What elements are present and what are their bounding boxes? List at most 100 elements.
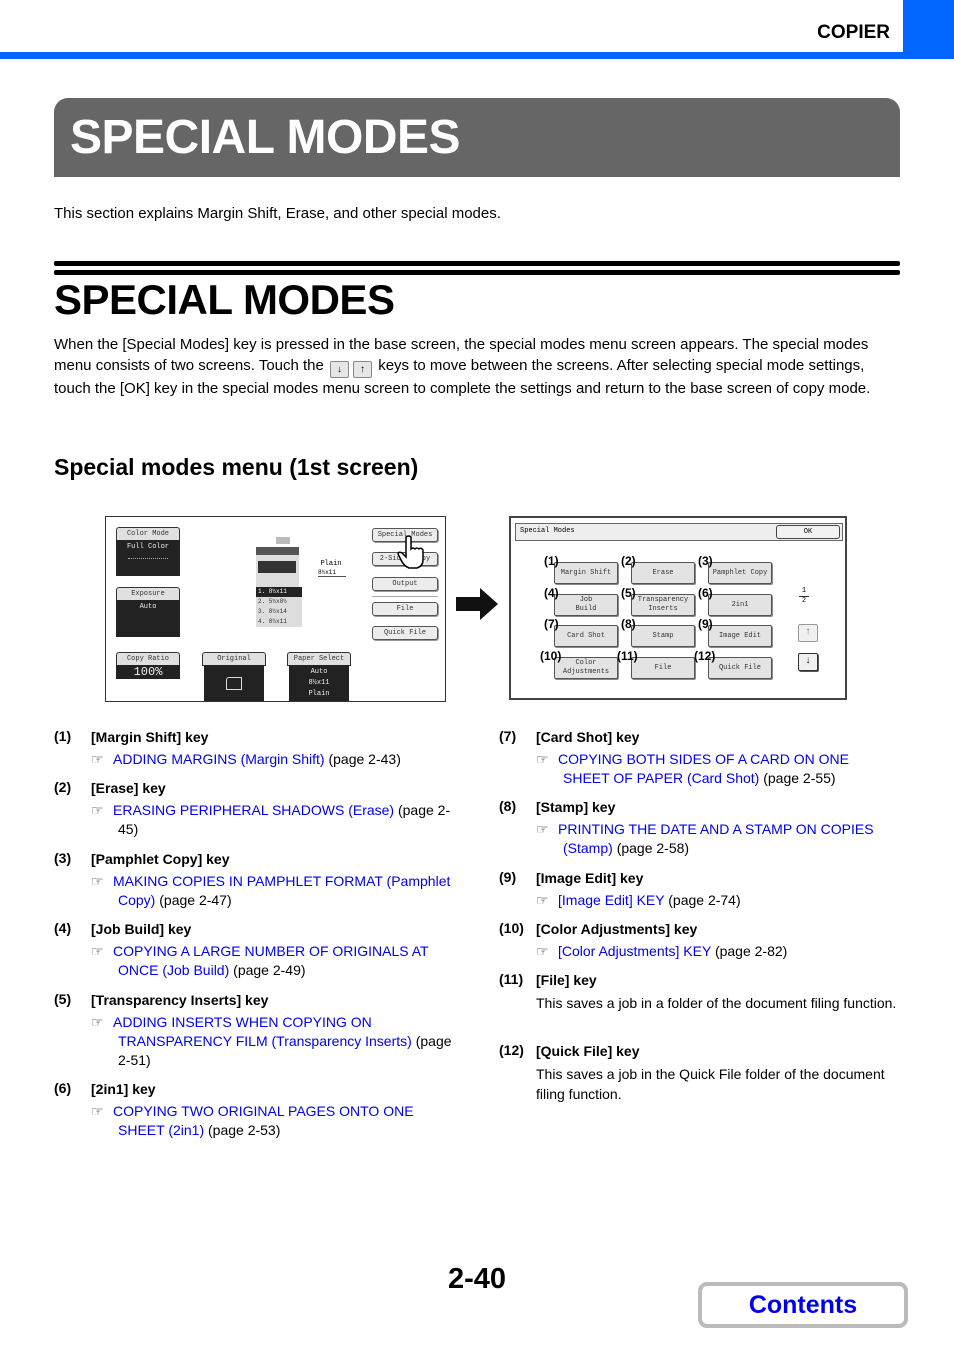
- tray-info-type: Plain: [320, 560, 342, 568]
- menu-key-pamphlet-copy[interactable]: Pamphlet Copy: [708, 562, 772, 584]
- key-description-item: (10) [Color Adjustments] key ☞ [Color Adjus…: [499, 920, 899, 961]
- key-description-item: (9) [Image Edit] key ☞ [Image Edit] KEY (pa…: [499, 869, 899, 910]
- reference: ☞ ADDING INSERTS WHEN COPYING ON TRANSPAR…: [91, 1013, 454, 1070]
- reference: ☞ COPYING A LARGE NUMBER OF ORIGINALS AT …: [91, 942, 454, 980]
- base-screen-illustration: Color Mode Full Color Exposure Auto Copy…: [105, 516, 446, 702]
- divider: [54, 270, 900, 275]
- ok-button[interactable]: OK: [776, 525, 840, 539]
- menu-key-label: File: [654, 663, 672, 672]
- reference-hand-icon: ☞: [536, 821, 549, 837]
- page-down-button[interactable]: ↓: [798, 653, 818, 671]
- key-description-item: (7) [Card Shot] key ☞ COPYING BOTH SIDES OF…: [499, 728, 899, 788]
- reference-page: (page 2-55): [763, 770, 836, 786]
- callout-number: (10): [540, 649, 562, 663]
- reference: ☞ ERASING PERIPHERAL SHADOWS (Erase) (pag…: [91, 801, 454, 839]
- item-number: (1): [54, 728, 72, 744]
- item-number: (8): [499, 798, 517, 814]
- page-up-button[interactable]: ↑: [798, 624, 818, 642]
- reference: ☞ [Image Edit] KEY (page 2-74): [536, 891, 899, 910]
- scanner-top: [256, 547, 299, 555]
- output-key[interactable]: Output: [372, 577, 438, 591]
- special-modes-menu-screen: Special Modes OK Margin Shift (1) Erase (2)…: [509, 516, 847, 700]
- menu-key-label: Color Adjustments: [562, 659, 610, 676]
- original-tab: Original: [202, 652, 266, 666]
- menu-key-2in1[interactable]: 2in1: [708, 594, 772, 616]
- key-description-item: (3) [Pamphlet Copy] key ☞ MAKING COPIES IN …: [54, 850, 454, 910]
- reference-page: (page 2-47): [159, 892, 232, 908]
- reference-hand-icon: ☞: [536, 751, 549, 767]
- key-description-item: (2) [Erase] key ☞ ERASING PERIPHERAL SHADOW…: [54, 779, 454, 839]
- section-heading: SPECIAL MODES: [54, 276, 395, 323]
- reference-hand-icon: ☞: [91, 751, 104, 767]
- chapter-banner: SPECIAL MODES: [54, 98, 900, 177]
- reference-page: (page 2-82): [714, 943, 788, 959]
- key-description-item: (6) [2in1] key ☞ COPYING TWO ORIGINAL PAGES…: [54, 1080, 454, 1140]
- paper-select-line: Auto: [310, 668, 328, 676]
- divider: [54, 261, 900, 266]
- paper-select-line: Plain: [308, 690, 330, 698]
- reference-hand-icon: ☞: [91, 943, 104, 959]
- reference-link[interactable]: [Color Adjustments] KEY: [558, 943, 711, 959]
- item-description: This saves a job in the Quick File folde…: [536, 1066, 885, 1102]
- item-title: [Transparency Inserts] key: [91, 992, 269, 1008]
- menu-key-erase[interactable]: Erase: [631, 562, 695, 584]
- menu-key-quick-file[interactable]: Quick File: [708, 657, 772, 679]
- paper-select-value: Auto 8½x11 Plain: [289, 665, 349, 701]
- item-title: [Quick File] key: [536, 1043, 640, 1059]
- original-value: [204, 665, 264, 701]
- menu-key-image-edit[interactable]: Image Edit: [708, 625, 772, 647]
- menu-key-card-shot[interactable]: Card Shot: [554, 625, 618, 647]
- item-number: (4): [54, 920, 72, 936]
- menu-key-margin-shift[interactable]: Margin Shift: [554, 562, 618, 584]
- item-title: [Erase] key: [91, 780, 166, 796]
- item-description: This saves a job in a folder of the docu…: [536, 995, 897, 1011]
- page-total: 2: [799, 596, 809, 606]
- menu-key-color-adjustments[interactable]: Color Adjustments: [554, 657, 618, 679]
- menu-key-transparency-inserts[interactable]: Transparency Inserts: [631, 594, 695, 616]
- tray-info-size: 8½x11: [318, 569, 346, 577]
- tray-item: 4. 8½x11: [256, 617, 302, 627]
- item-number: (5): [54, 991, 72, 1007]
- arrow-right-icon: [456, 588, 498, 620]
- callout-number: (9): [698, 617, 713, 631]
- item-title: [Color Adjustments] key: [536, 921, 698, 937]
- reference-link[interactable]: ADDING INSERTS WHEN COPYING ON TRANSPARE…: [113, 1014, 412, 1049]
- reference: ☞ [Color Adjustments] KEY (page 2-82): [536, 942, 899, 961]
- callout-number: (1): [544, 554, 559, 568]
- callout-number: (2): [621, 554, 636, 568]
- key-description-item: (12) [Quick File] key This saves a job in …: [499, 1042, 899, 1104]
- callout-number: (4): [544, 586, 559, 600]
- item-number: (9): [499, 869, 517, 885]
- item-number: (3): [54, 850, 72, 866]
- key-description-item: (8) [Stamp] key ☞ PRINTING THE DATE AND A S…: [499, 798, 899, 858]
- description-paragraph: When the [Special Modes] key is pressed …: [54, 334, 894, 399]
- page-number: 2-40: [448, 1263, 507, 1295]
- reference: ☞ MAKING COPIES IN PAMPHLET FORMAT (Pamph…: [91, 872, 454, 910]
- header-bar: [0, 52, 954, 59]
- tray-item: 2. 5½x8½: [256, 597, 302, 607]
- item-number: (11): [499, 971, 524, 987]
- reference-link[interactable]: [Image Edit] KEY: [558, 892, 664, 908]
- exposure-tab: Exposure: [116, 587, 180, 601]
- menu-key-file[interactable]: File: [631, 657, 695, 679]
- menu-key-label: Margin Shift: [560, 568, 612, 577]
- menu-key-label: Pamphlet Copy: [712, 568, 768, 577]
- reference-page: (page 2-58): [616, 840, 690, 856]
- reference-link[interactable]: ERASING PERIPHERAL SHADOWS (Erase): [113, 802, 394, 818]
- menu-key-label: Stamp: [652, 631, 674, 640]
- menu-key-label: Card Shot: [567, 631, 605, 640]
- item-title: [2in1] key: [91, 1081, 156, 1097]
- contents-button[interactable]: Contents: [698, 1282, 908, 1328]
- menu-key-stamp[interactable]: Stamp: [631, 625, 695, 647]
- section-label: COPIER: [817, 22, 890, 43]
- page-current: 1: [801, 587, 807, 595]
- section-tab: [903, 0, 954, 59]
- callout-number: (6): [698, 586, 713, 600]
- menu-key-label: Erase: [652, 568, 674, 577]
- reference-link[interactable]: ADDING MARGINS (Margin Shift): [113, 751, 325, 767]
- file-key[interactable]: File: [372, 602, 438, 616]
- reference-link[interactable]: PRINTING THE DATE AND A STAMP ON COPIES …: [558, 821, 874, 856]
- quick-file-key[interactable]: Quick File: [372, 626, 438, 640]
- menu-key-job-build[interactable]: Job Build: [554, 594, 618, 616]
- callout-number: (7): [544, 617, 559, 631]
